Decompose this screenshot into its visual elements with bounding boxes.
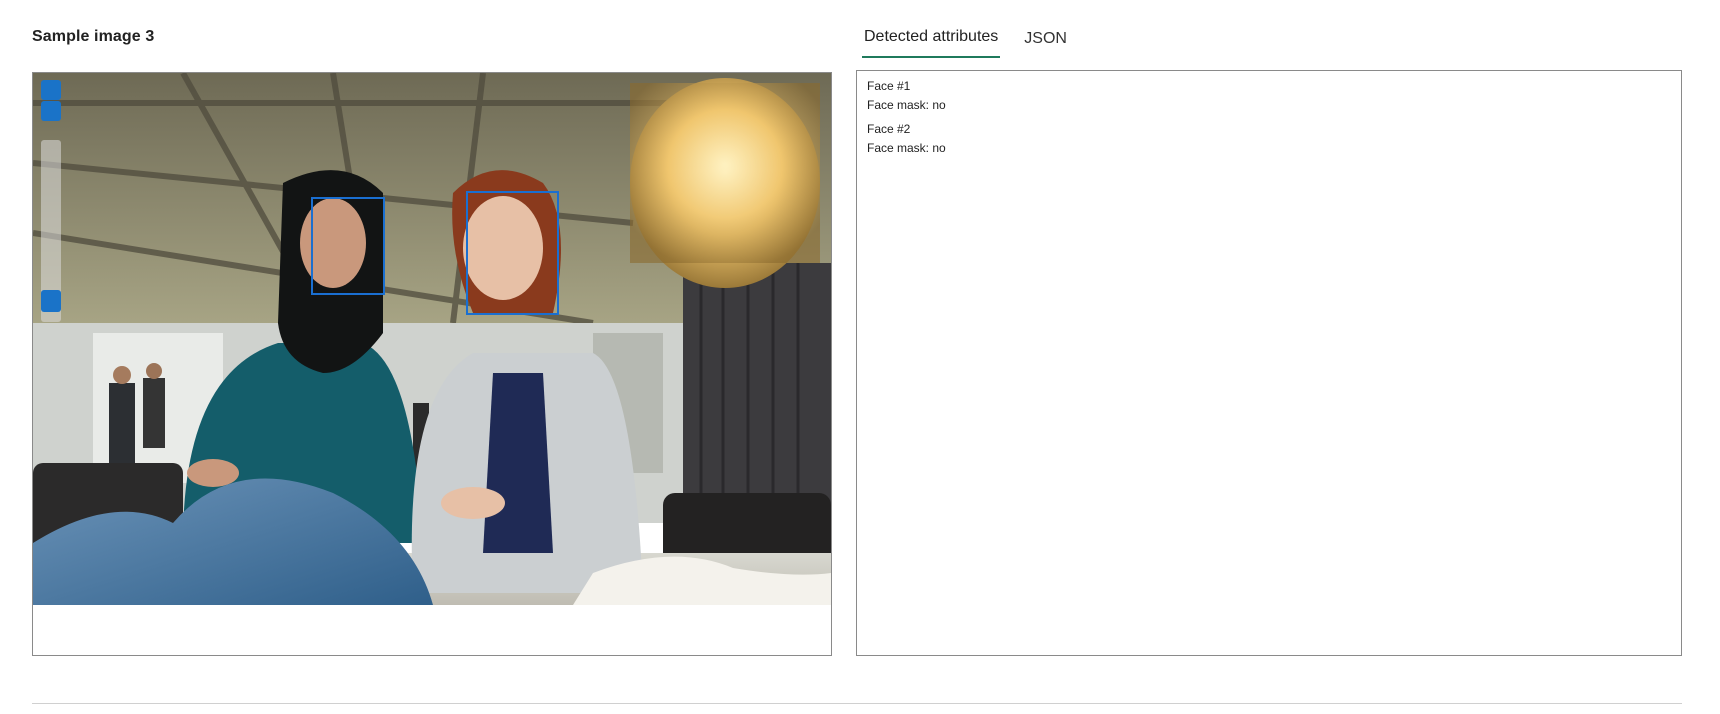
- zoom-slider-track[interactable]: [41, 140, 61, 322]
- face-box-1: [311, 197, 385, 295]
- tab-json[interactable]: JSON: [1022, 28, 1069, 58]
- zoom-controls: [41, 80, 61, 322]
- zoom-in-button[interactable]: [41, 80, 61, 100]
- face-mask-status: Face mask: no: [867, 141, 946, 155]
- face-label: Face #1: [867, 79, 911, 93]
- face-box-2: [466, 191, 559, 315]
- page: Sample image 3 Detected attributes JSON: [0, 0, 1720, 714]
- zoom-out-button[interactable]: [41, 101, 61, 121]
- detected-attributes-panel: Face #1 Face mask: no Face #2 Face mask:…: [856, 70, 1682, 656]
- tab-detected-attributes[interactable]: Detected attributes: [862, 26, 1001, 58]
- image-viewer[interactable]: [32, 72, 832, 656]
- face-mask-status: Face mask: no: [867, 98, 946, 112]
- section-divider: [32, 703, 1682, 704]
- sample-title: Sample image 3: [32, 28, 155, 45]
- tab-bar: Detected attributes JSON: [862, 26, 1091, 58]
- face-label: Face #2: [867, 122, 911, 136]
- face-entry-1: Face #1 Face mask: no: [867, 77, 1671, 115]
- zoom-slider-thumb[interactable]: [41, 290, 61, 312]
- face-entry-2: Face #2 Face mask: no: [867, 120, 1671, 158]
- sample-photo: [33, 73, 831, 605]
